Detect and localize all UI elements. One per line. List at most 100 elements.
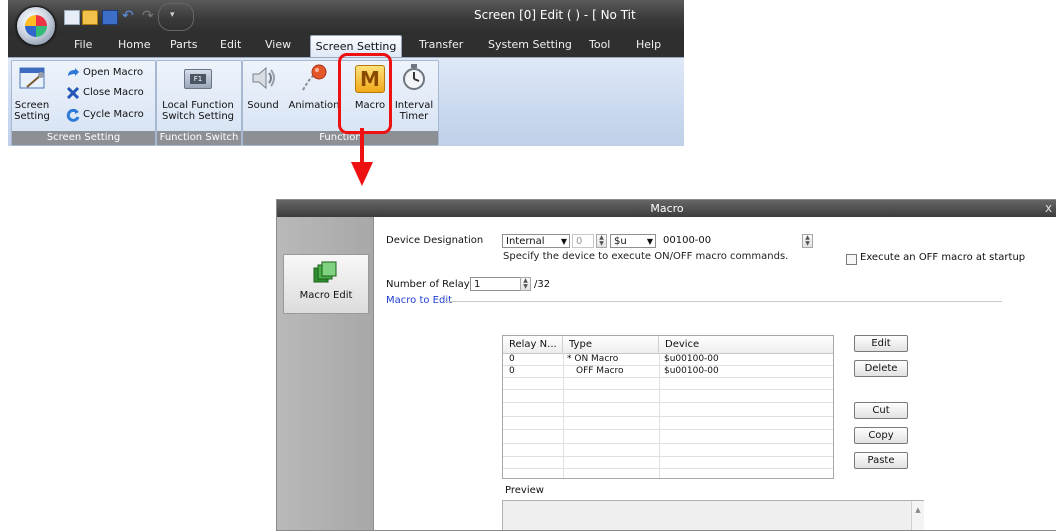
chevron-down-icon: ▼ bbox=[646, 237, 653, 246]
function-switch-key-text: F1 bbox=[190, 74, 206, 84]
device-designation-label: Device Designation bbox=[386, 235, 484, 246]
save-icon[interactable] bbox=[102, 10, 118, 25]
grid-line bbox=[503, 429, 833, 430]
edit-button[interactable]: Edit bbox=[854, 335, 908, 352]
window-title: Screen [0] Edit ( ) - [ No Tit bbox=[474, 8, 636, 22]
close-macro-label: Close Macro bbox=[83, 87, 144, 98]
local-function-switch-button[interactable]: F1 Local Function Switch Setting bbox=[158, 61, 238, 126]
tab-view[interactable]: View bbox=[265, 38, 291, 51]
dialog-title: Macro bbox=[650, 202, 684, 215]
cycle-macro-icon bbox=[66, 108, 80, 122]
animation-label: Animation bbox=[288, 100, 340, 111]
grid-line bbox=[503, 377, 833, 378]
column-header-relay[interactable]: Relay N... bbox=[503, 336, 563, 353]
chevron-down-icon: ▼ bbox=[560, 237, 567, 246]
device-hint-text: Specify the device to execute ON/OFF mac… bbox=[503, 251, 789, 262]
number-of-relays-label: Number of Relays bbox=[386, 279, 475, 290]
screen-setting-label-line2: Setting bbox=[14, 111, 50, 122]
new-file-icon[interactable] bbox=[64, 10, 80, 25]
tab-transfer[interactable]: Transfer bbox=[419, 38, 463, 51]
station-number-field[interactable]: 0 bbox=[572, 234, 594, 248]
sound-button[interactable]: Sound bbox=[244, 61, 282, 126]
group-label-function: Function bbox=[243, 131, 438, 145]
device-address-field[interactable]: 00100-00 bbox=[660, 234, 800, 248]
sidebar-item-label: Macro Edit bbox=[299, 290, 353, 301]
close-icon[interactable]: x bbox=[1045, 201, 1052, 215]
cycle-macro-button[interactable]: Cycle Macro bbox=[55, 108, 155, 123]
sidebar-item-macro-edit[interactable]: Macro Edit bbox=[283, 254, 369, 314]
column-header-device[interactable]: Device bbox=[659, 336, 833, 353]
device-type-value: Internal bbox=[506, 236, 545, 247]
preview-scrollbar[interactable]: ▲ bbox=[911, 501, 924, 530]
tab-system-setting[interactable]: System Setting bbox=[488, 38, 572, 51]
close-macro-button[interactable]: Close Macro bbox=[55, 86, 155, 101]
station-spinner[interactable]: ▲ ▼ bbox=[596, 234, 607, 248]
open-macro-icon bbox=[68, 68, 79, 76]
interval-timer-label-line2: Timer bbox=[399, 111, 429, 122]
dialog-content: Device Designation Internal ▼ 0 ▲ ▼ $u ▼ … bbox=[374, 217, 1056, 530]
execute-off-macro-label: Execute an OFF macro at startup bbox=[860, 252, 1026, 263]
device-address-spinner[interactable]: ▲ ▼ bbox=[802, 234, 813, 248]
screen-setting-icon bbox=[19, 67, 45, 89]
copy-button[interactable]: Copy bbox=[854, 427, 908, 444]
preview-label: Preview bbox=[505, 485, 544, 496]
macro-dialog: Macro x Macro Edit Device Designation In… bbox=[276, 199, 1056, 531]
interval-timer-button[interactable]: Interval Timer bbox=[392, 61, 436, 126]
paste-button[interactable]: Paste bbox=[854, 452, 908, 469]
column-header-type[interactable]: Type bbox=[563, 336, 659, 353]
cell-type: OFF Macro bbox=[576, 366, 624, 376]
table-row[interactable]: 0 OFF Macro $u00100-00 bbox=[503, 366, 833, 377]
grid-line bbox=[503, 416, 833, 417]
device-prefix-select[interactable]: $u ▼ bbox=[610, 234, 656, 248]
tab-tool[interactable]: Tool bbox=[589, 38, 610, 51]
table-row[interactable]: 0 * ON Macro $u00100-00 bbox=[503, 354, 833, 365]
grid-line bbox=[503, 468, 833, 469]
close-macro-icon bbox=[66, 87, 80, 99]
open-macro-button[interactable]: Open Macro bbox=[55, 66, 155, 81]
macro-table: Relay N... Type Device 0 * ON Macro $u00… bbox=[502, 335, 834, 479]
group-label-screen-setting: Screen Setting bbox=[12, 131, 155, 145]
app-orb-icon[interactable] bbox=[16, 6, 56, 46]
quick-access-frame bbox=[158, 3, 194, 31]
sound-icon bbox=[252, 66, 275, 90]
customize-toolbar-icon[interactable]: ▾ bbox=[170, 10, 175, 20]
cell-device: $u00100-00 bbox=[664, 354, 719, 364]
open-macro-label: Open Macro bbox=[83, 67, 144, 78]
local-function-label-line1: Local Function bbox=[162, 100, 234, 111]
callout-arrow-head bbox=[351, 162, 373, 186]
screen-setting-button[interactable]: Screen Setting bbox=[12, 61, 52, 126]
cut-button[interactable]: Cut bbox=[854, 402, 908, 419]
redo-icon[interactable]: ↷ bbox=[142, 9, 156, 23]
cell-device: $u00100-00 bbox=[664, 366, 719, 376]
device-type-select[interactable]: Internal ▼ bbox=[502, 234, 570, 248]
function-switch-icon: F1 bbox=[184, 69, 212, 89]
tab-help[interactable]: Help bbox=[636, 38, 661, 51]
tab-edit[interactable]: Edit bbox=[220, 38, 241, 51]
local-function-label-line2: Switch Setting bbox=[161, 111, 235, 122]
animation-icon bbox=[302, 64, 327, 91]
device-prefix-value: $u bbox=[614, 236, 627, 247]
scroll-up-icon[interactable]: ▲ bbox=[912, 506, 924, 514]
tab-file[interactable]: File bbox=[74, 38, 92, 51]
tab-parts[interactable]: Parts bbox=[170, 38, 197, 51]
cell-relay: 0 bbox=[509, 354, 515, 364]
delete-button[interactable]: Delete bbox=[854, 360, 908, 377]
dialog-sidebar: Macro Edit bbox=[277, 217, 374, 530]
execute-off-macro-checkbox[interactable] bbox=[846, 254, 857, 265]
cell-relay: 0 bbox=[509, 366, 515, 376]
tab-home[interactable]: Home bbox=[118, 38, 150, 51]
animation-button[interactable]: Animation bbox=[284, 61, 344, 126]
group-label-function-switch: Function Switch bbox=[157, 131, 241, 145]
number-of-relays-max: /32 bbox=[534, 279, 551, 290]
open-folder-icon[interactable] bbox=[82, 10, 98, 25]
cell-type: * ON Macro bbox=[567, 354, 619, 364]
section-divider bbox=[444, 301, 1002, 302]
undo-icon[interactable]: ↶ bbox=[122, 9, 136, 23]
macro-to-edit-label: Macro to Edit bbox=[386, 295, 453, 306]
preview-area: ▲ bbox=[502, 500, 924, 530]
interval-timer-icon bbox=[403, 64, 425, 90]
number-of-relays-spinner[interactable]: ▲ ▼ bbox=[520, 277, 531, 291]
grid-line bbox=[503, 443, 833, 444]
grid-line bbox=[503, 456, 833, 457]
interval-timer-label-line1: Interval bbox=[394, 100, 434, 111]
